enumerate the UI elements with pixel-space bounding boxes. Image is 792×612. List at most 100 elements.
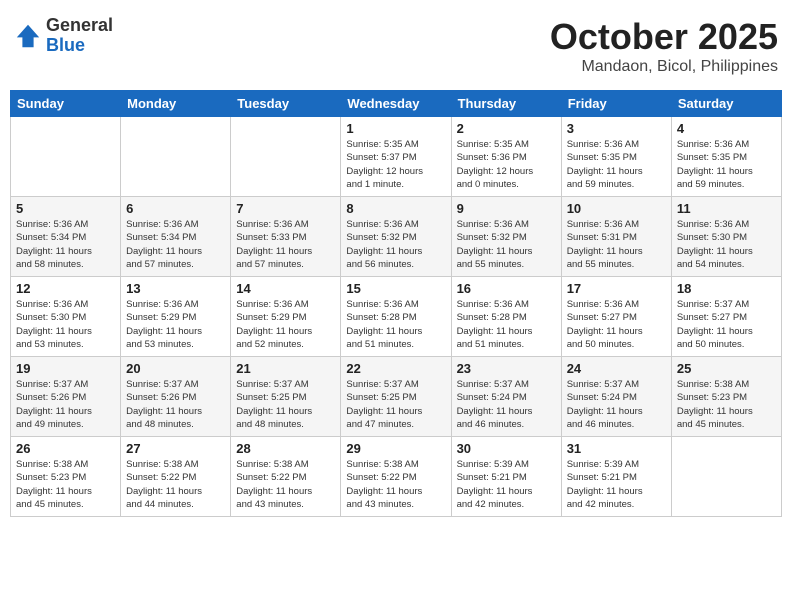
day-info: Sunrise: 5:36 AM Sunset: 5:28 PM Dayligh… xyxy=(457,298,556,351)
calendar-day-cell: 5 Sunrise: 5:36 AM Sunset: 5:34 PM Daylig… xyxy=(11,197,121,277)
day-info: Sunrise: 5:37 AM Sunset: 5:24 PM Dayligh… xyxy=(567,378,666,431)
calendar-day-cell: 16 Sunrise: 5:36 AM Sunset: 5:28 PM Dayli… xyxy=(451,277,561,357)
day-number: 3 xyxy=(567,121,666,136)
calendar-day-cell: 31Sunrise: 5:39 AM Sunset: 5:21 PM Dayli… xyxy=(561,437,671,517)
day-number: 13 xyxy=(126,281,225,296)
day-number: 4 xyxy=(677,121,776,136)
day-info: Sunrise: 5:37 AM Sunset: 5:26 PM Dayligh… xyxy=(16,378,115,431)
day-info: Sunrise: 5:37 AM Sunset: 5:27 PM Dayligh… xyxy=(677,298,776,351)
calendar-day-cell: 7Sunrise: 5:36 AM Sunset: 5:33 PM Daylig… xyxy=(231,197,341,277)
weekday-header-cell: Monday xyxy=(121,91,231,117)
day-number: 9 xyxy=(457,201,556,216)
calendar-week-row: 1Sunrise: 5:35 AM Sunset: 5:37 PM Daylig… xyxy=(11,117,782,197)
calendar-week-row: 26 Sunrise: 5:38 AM Sunset: 5:23 PM Dayli… xyxy=(11,437,782,517)
logo-text: General Blue xyxy=(46,16,113,56)
calendar-day-cell xyxy=(671,437,781,517)
calendar-day-cell: 17Sunrise: 5:36 AM Sunset: 5:27 PM Dayli… xyxy=(561,277,671,357)
calendar-day-cell: 24 Sunrise: 5:37 AM Sunset: 5:24 PM Dayli… xyxy=(561,357,671,437)
calendar-day-cell xyxy=(231,117,341,197)
calendar-day-cell: 13Sunrise: 5:36 AM Sunset: 5:29 PM Dayli… xyxy=(121,277,231,357)
day-info: Sunrise: 5:38 AM Sunset: 5:23 PM Dayligh… xyxy=(677,378,776,431)
day-info: Sunrise: 5:35 AM Sunset: 5:36 PM Dayligh… xyxy=(457,138,556,191)
day-info: Sunrise: 5:36 AM Sunset: 5:31 PM Dayligh… xyxy=(567,218,666,271)
day-number: 20 xyxy=(126,361,225,376)
logo-blue: Blue xyxy=(46,36,113,56)
day-info: Sunrise: 5:36 AM Sunset: 5:32 PM Dayligh… xyxy=(457,218,556,271)
day-info: Sunrise: 5:35 AM Sunset: 5:37 PM Dayligh… xyxy=(346,138,445,191)
calendar-day-cell: 3 Sunrise: 5:36 AM Sunset: 5:35 PM Daylig… xyxy=(561,117,671,197)
day-number: 21 xyxy=(236,361,335,376)
calendar-day-cell: 20Sunrise: 5:37 AM Sunset: 5:26 PM Dayli… xyxy=(121,357,231,437)
day-number: 18 xyxy=(677,281,776,296)
day-info: Sunrise: 5:38 AM Sunset: 5:22 PM Dayligh… xyxy=(236,458,335,511)
calendar-day-cell: 28Sunrise: 5:38 AM Sunset: 5:22 PM Dayli… xyxy=(231,437,341,517)
weekday-header-cell: Saturday xyxy=(671,91,781,117)
day-number: 2 xyxy=(457,121,556,136)
calendar-day-cell: 14Sunrise: 5:36 AM Sunset: 5:29 PM Dayli… xyxy=(231,277,341,357)
day-info: Sunrise: 5:36 AM Sunset: 5:30 PM Dayligh… xyxy=(677,218,776,271)
calendar-day-cell: 18 Sunrise: 5:37 AM Sunset: 5:27 PM Dayli… xyxy=(671,277,781,357)
day-number: 12 xyxy=(16,281,115,296)
logo-general: General xyxy=(46,16,113,36)
calendar-day-cell xyxy=(121,117,231,197)
day-number: 23 xyxy=(457,361,556,376)
weekday-header-cell: Friday xyxy=(561,91,671,117)
calendar-day-cell xyxy=(11,117,121,197)
calendar-body: 1Sunrise: 5:35 AM Sunset: 5:37 PM Daylig… xyxy=(11,117,782,517)
calendar-day-cell: 11 Sunrise: 5:36 AM Sunset: 5:30 PM Dayli… xyxy=(671,197,781,277)
day-info: Sunrise: 5:36 AM Sunset: 5:29 PM Dayligh… xyxy=(236,298,335,351)
day-number: 30 xyxy=(457,441,556,456)
day-number: 11 xyxy=(677,201,776,216)
day-info: Sunrise: 5:36 AM Sunset: 5:30 PM Dayligh… xyxy=(16,298,115,351)
day-info: Sunrise: 5:37 AM Sunset: 5:24 PM Dayligh… xyxy=(457,378,556,431)
day-info: Sunrise: 5:39 AM Sunset: 5:21 PM Dayligh… xyxy=(567,458,666,511)
calendar-day-cell: 23 Sunrise: 5:37 AM Sunset: 5:24 PM Dayli… xyxy=(451,357,561,437)
day-info: Sunrise: 5:36 AM Sunset: 5:32 PM Dayligh… xyxy=(346,218,445,271)
weekday-header-cell: Wednesday xyxy=(341,91,451,117)
day-info: Sunrise: 5:36 AM Sunset: 5:34 PM Dayligh… xyxy=(16,218,115,271)
day-info: Sunrise: 5:36 AM Sunset: 5:28 PM Dayligh… xyxy=(346,298,445,351)
calendar-day-cell: 2 Sunrise: 5:35 AM Sunset: 5:36 PM Daylig… xyxy=(451,117,561,197)
calendar-day-cell: 27 Sunrise: 5:38 AM Sunset: 5:22 PM Dayli… xyxy=(121,437,231,517)
day-number: 5 xyxy=(16,201,115,216)
logo: General Blue xyxy=(14,16,113,56)
logo-icon xyxy=(14,22,42,50)
day-info: Sunrise: 5:36 AM Sunset: 5:35 PM Dayligh… xyxy=(677,138,776,191)
day-number: 16 xyxy=(457,281,556,296)
calendar-day-cell: 21 Sunrise: 5:37 AM Sunset: 5:25 PM Dayli… xyxy=(231,357,341,437)
header: General Blue October 2025 Mandaon, Bicol… xyxy=(10,10,782,82)
day-number: 29 xyxy=(346,441,445,456)
calendar-day-cell: 30 Sunrise: 5:39 AM Sunset: 5:21 PM Dayli… xyxy=(451,437,561,517)
day-info: Sunrise: 5:36 AM Sunset: 5:34 PM Dayligh… xyxy=(126,218,225,271)
day-number: 26 xyxy=(16,441,115,456)
day-number: 19 xyxy=(16,361,115,376)
calendar-day-cell: 8 Sunrise: 5:36 AM Sunset: 5:32 PM Daylig… xyxy=(341,197,451,277)
calendar: SundayMondayTuesdayWednesdayThursdayFrid… xyxy=(10,90,782,517)
day-info: Sunrise: 5:38 AM Sunset: 5:22 PM Dayligh… xyxy=(346,458,445,511)
calendar-day-cell: 9 Sunrise: 5:36 AM Sunset: 5:32 PM Daylig… xyxy=(451,197,561,277)
day-number: 27 xyxy=(126,441,225,456)
calendar-week-row: 5 Sunrise: 5:36 AM Sunset: 5:34 PM Daylig… xyxy=(11,197,782,277)
calendar-day-cell: 22Sunrise: 5:37 AM Sunset: 5:25 PM Dayli… xyxy=(341,357,451,437)
day-number: 24 xyxy=(567,361,666,376)
day-info: Sunrise: 5:37 AM Sunset: 5:25 PM Dayligh… xyxy=(236,378,335,431)
weekday-header-row: SundayMondayTuesdayWednesdayThursdayFrid… xyxy=(11,91,782,117)
day-info: Sunrise: 5:39 AM Sunset: 5:21 PM Dayligh… xyxy=(457,458,556,511)
calendar-day-cell: 10Sunrise: 5:36 AM Sunset: 5:31 PM Dayli… xyxy=(561,197,671,277)
day-info: Sunrise: 5:38 AM Sunset: 5:22 PM Dayligh… xyxy=(126,458,225,511)
weekday-header-cell: Thursday xyxy=(451,91,561,117)
calendar-day-cell: 12 Sunrise: 5:36 AM Sunset: 5:30 PM Dayli… xyxy=(11,277,121,357)
month-title: October 2025 xyxy=(550,16,778,58)
day-number: 7 xyxy=(236,201,335,216)
calendar-day-cell: 19 Sunrise: 5:37 AM Sunset: 5:26 PM Dayli… xyxy=(11,357,121,437)
day-number: 8 xyxy=(346,201,445,216)
weekday-header-cell: Tuesday xyxy=(231,91,341,117)
day-number: 6 xyxy=(126,201,225,216)
day-info: Sunrise: 5:36 AM Sunset: 5:35 PM Dayligh… xyxy=(567,138,666,191)
title-area: October 2025 Mandaon, Bicol, Philippines xyxy=(550,16,778,76)
day-info: Sunrise: 5:36 AM Sunset: 5:27 PM Dayligh… xyxy=(567,298,666,351)
day-number: 25 xyxy=(677,361,776,376)
calendar-day-cell: 26 Sunrise: 5:38 AM Sunset: 5:23 PM Dayli… xyxy=(11,437,121,517)
day-info: Sunrise: 5:38 AM Sunset: 5:23 PM Dayligh… xyxy=(16,458,115,511)
calendar-day-cell: 1Sunrise: 5:35 AM Sunset: 5:37 PM Daylig… xyxy=(341,117,451,197)
